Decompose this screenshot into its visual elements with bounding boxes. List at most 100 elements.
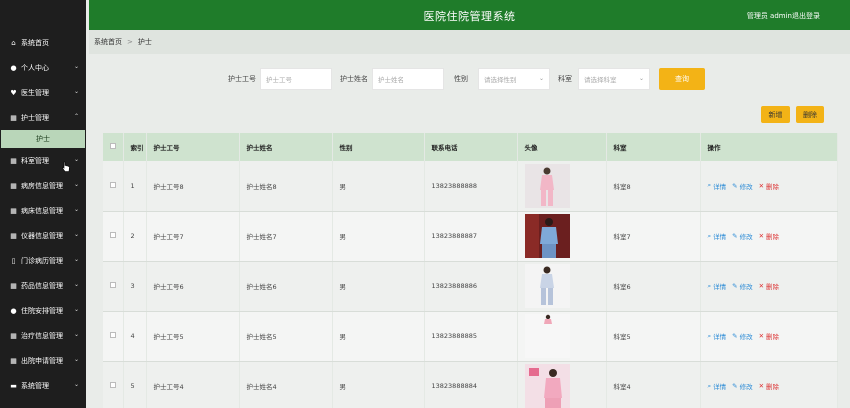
sidebar-item-dept[interactable]: ▦ 科室管理 ⌄ (0, 148, 86, 173)
chat-icon: ▬ (10, 381, 17, 390)
nurse-id-placeholder: 护士工号 (266, 76, 292, 84)
delete-button[interactable]: ✕ 删除 (759, 381, 779, 391)
sidebar-subitem-nurse[interactable]: 护士 (1, 130, 85, 148)
row-checkbox[interactable] (110, 181, 116, 188)
row-checkbox[interactable] (110, 232, 116, 238)
search-bar: 护士工号 护士工号 护士姓名 护士姓名 性别 请选择性别 ⌄ 科室 请选择科室 … (228, 68, 650, 90)
avatar-cell (517, 261, 607, 312)
search-icon: ⌕ (707, 281, 712, 290)
col-header[interactable]: 联系电话 (424, 133, 518, 161)
sidebar-item-home[interactable]: ⌂ 系统首页 (0, 30, 86, 55)
sidebar-item-instrument[interactable]: ▦ 仪器信息管理 ⌄ (0, 223, 86, 248)
nurse-id-cell: 护士工号5 (146, 311, 240, 362)
search-icon: ⌕ (707, 231, 712, 240)
sidebar-item-personal[interactable]: ● 个人中心 ⌄ (0, 55, 86, 80)
sidebar-item-ward[interactable]: ▦ 病房信息管理 ⌄ (0, 173, 86, 198)
row-checkbox[interactable] (110, 282, 116, 288)
edit-button[interactable]: ✎ 修改 (732, 281, 752, 291)
row-index: 2 (123, 211, 147, 262)
chevron-down-icon: ⌄ (73, 88, 79, 95)
chevron-down-icon: ⌄ (73, 306, 79, 313)
sidebar-item-label: 治疗信息管理 (21, 331, 63, 340)
grid-icon: ▦ (10, 156, 17, 165)
sidebar-item-doctor[interactable]: ♥ 医生管理 ⌄ (0, 80, 86, 105)
detail-label: 详情 (713, 182, 727, 191)
avatar[interactable] (524, 214, 570, 258)
close-icon: ✕ (758, 382, 765, 390)
sidebar-item-outpatient[interactable]: ▯ 门诊病历管理 ⌄ (0, 248, 86, 273)
search-button[interactable]: 查询 (659, 68, 705, 90)
col-header[interactable]: 性别 (332, 133, 425, 161)
row-checkbox[interactable] (110, 382, 116, 388)
edit-button[interactable]: ✎ 修改 (732, 381, 752, 391)
avatar[interactable] (524, 264, 570, 308)
edit-button[interactable]: ✎ 修改 (732, 181, 752, 191)
sidebar-item-hospitalization[interactable]: ● 住院安排管理 ⌄ (0, 298, 86, 323)
select-all-checkbox[interactable] (110, 143, 116, 149)
sidebar-item-treatment[interactable]: ▦ 治疗信息管理 ⌄ (0, 323, 86, 348)
detail-button[interactable]: ⌕ 详情 (708, 331, 727, 342)
breadcrumb-current: 护士 (137, 38, 152, 46)
col-header[interactable]: 科室 (606, 133, 701, 161)
sidebar-item-label: 护士管理 (21, 113, 49, 122)
grid-icon: ▦ (10, 281, 17, 290)
nurse-id-input[interactable]: 护士工号 (260, 68, 332, 90)
sex-cell: 男 (332, 161, 425, 212)
grid-icon: ▦ (10, 356, 17, 365)
logout-link[interactable]: 退出登录 (792, 11, 820, 21)
detail-button[interactable]: ⌕ 详情 (708, 181, 727, 191)
sidebar-item-drug[interactable]: ▦ 药品信息管理 ⌄ (0, 273, 86, 298)
delete-button[interactable]: ✕ 删除 (759, 231, 779, 241)
sidebar-item-system[interactable]: ▬ 系统管理 ⌄ (0, 373, 86, 398)
col-header[interactable]: 护士姓名 (239, 133, 333, 161)
phone-cell: 13823888888 (424, 161, 518, 212)
edit-label: 修改 (739, 283, 753, 291)
nurse-id-cell: 护士工号7 (146, 211, 240, 262)
sidebar-item-nurse[interactable]: ▦ 护士管理 ⌃ (0, 105, 86, 130)
sidebar-item-label: 病房信息管理 (21, 181, 63, 190)
sex-cell: 男 (332, 211, 425, 262)
chevron-down-icon: ⌄ (73, 281, 79, 288)
select-all-header[interactable] (103, 133, 124, 161)
avatar[interactable] (524, 364, 570, 408)
user-icon: ● (10, 63, 17, 72)
sidebar-item-discharge[interactable]: ▦ 出院申请管理 ⌄ (0, 348, 86, 373)
ops-cell: ⌕ 详情 ✎ 修改 ✕ 删除 (700, 311, 838, 362)
chevron-down-icon: ⌄ (73, 231, 79, 238)
nurse-name-input[interactable]: 护士姓名 (372, 68, 444, 90)
edit-label: 修改 (739, 383, 753, 391)
sex-cell: 男 (332, 361, 425, 408)
delete-button[interactable]: ✕ 删除 (759, 281, 779, 291)
phone-cell: 13823888884 (424, 361, 518, 408)
avatar[interactable] (524, 163, 570, 208)
dept-cell: 科室7 (606, 211, 701, 262)
delete-label: 删除 (766, 283, 780, 291)
sex-label: 性别 (454, 75, 468, 83)
detail-button[interactable]: ⌕ 详情 (707, 281, 727, 292)
nurse-id-cell: 护士工号4 (146, 361, 240, 408)
nurse-id-label: 护士工号 (228, 75, 256, 83)
col-header[interactable]: 护士工号 (146, 133, 240, 161)
batch-delete-button[interactable]: 删除 (796, 106, 824, 123)
delete-button[interactable]: ✕ 删除 (759, 331, 779, 341)
chevron-down-icon: ⌄ (73, 331, 79, 338)
chevron-down-icon: ⌄ (73, 63, 79, 70)
row-checkbox[interactable] (110, 332, 116, 338)
grid-icon: ▦ (10, 181, 17, 190)
table-row: 3 护士工号6 护士姓名6 男 13823888886 科室6 ⌕ 详情 ✎ 修… (103, 261, 838, 312)
table-row: 2 护士工号7 护士姓名7 男 13823888887 科室7 ⌕ 详情 ✎ 修… (103, 211, 838, 262)
nurse-name-cell: 护士姓名8 (239, 161, 333, 212)
sex-cell: 男 (332, 261, 425, 312)
col-header: 操作 (700, 133, 838, 161)
edit-button[interactable]: ✎ 修改 (732, 231, 752, 241)
add-button[interactable]: 新增 (761, 106, 790, 123)
edit-button[interactable]: ✎ 修改 (732, 331, 752, 341)
avatar[interactable] (524, 314, 570, 358)
breadcrumb-home[interactable]: 系统首页 (94, 37, 122, 47)
sex-select[interactable]: 请选择性别 ⌄ (478, 68, 550, 90)
detail-button[interactable]: ⌕ 详情 (708, 381, 727, 392)
dept-select[interactable]: 请选择科室 ⌄ (578, 68, 650, 90)
detail-button[interactable]: ⌕ 详情 (707, 231, 727, 242)
delete-button[interactable]: ✕ 删除 (759, 181, 779, 191)
sidebar-item-bed[interactable]: ▦ 病床信息管理 ⌄ (0, 198, 86, 223)
